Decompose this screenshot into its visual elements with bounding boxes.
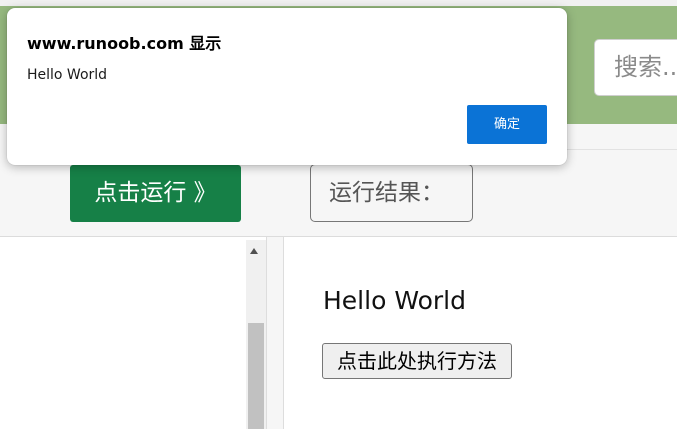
- execute-method-button[interactable]: 点击此处执行方法: [322, 343, 512, 379]
- dialog-title: www.runoob.com 显示: [27, 34, 222, 53]
- alert-dialog: www.runoob.com 显示 Hello World 确定: [7, 8, 567, 165]
- dialog-message: Hello World: [27, 67, 108, 83]
- result-output-text: Hello World: [323, 286, 466, 315]
- result-label: 运行结果：: [310, 164, 473, 222]
- result-pane: [284, 237, 677, 429]
- dialog-ok-button[interactable]: 确定: [467, 105, 547, 144]
- pane-splitter[interactable]: [266, 237, 284, 429]
- browser-page: 搜索... 点击运行 》 运行结果： Hello World 点击此处执行方法 …: [0, 0, 677, 429]
- search-input[interactable]: 搜索...: [594, 39, 677, 96]
- scroll-up-arrow-icon[interactable]: [250, 248, 258, 254]
- run-button[interactable]: 点击运行 》: [70, 165, 241, 222]
- editor-scrollbar-thumb[interactable]: [248, 323, 264, 429]
- code-editor[interactable]: [0, 240, 246, 429]
